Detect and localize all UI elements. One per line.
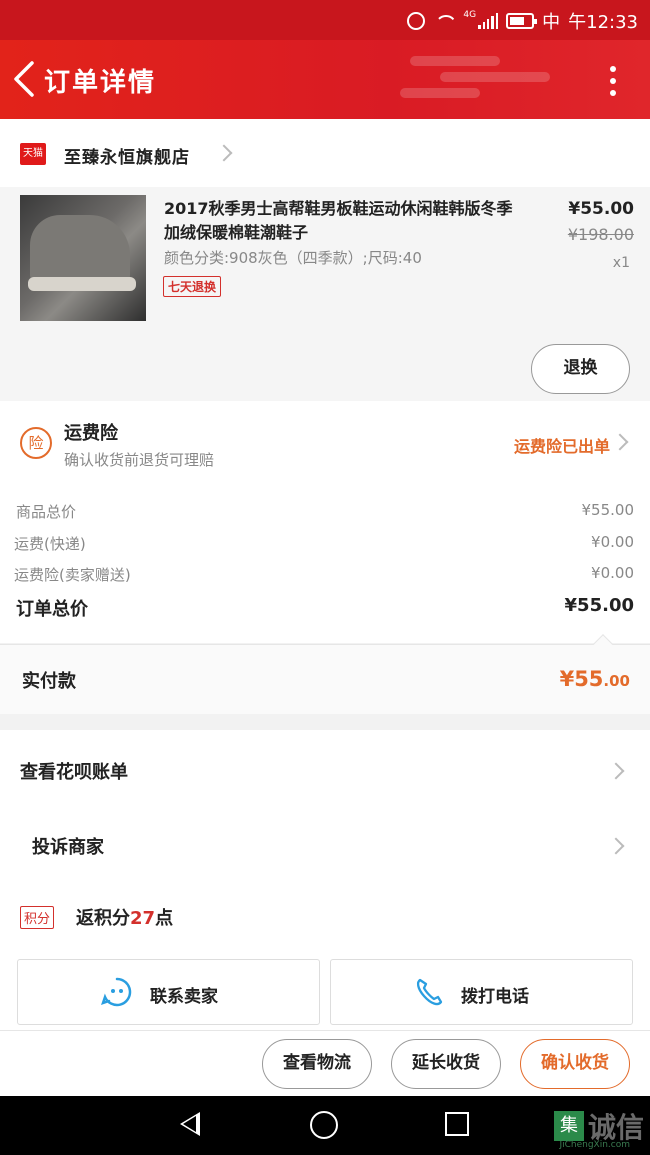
store-row[interactable]: 天猫 至臻永恒旗舰店 xyxy=(0,119,650,187)
points-number: 27 xyxy=(130,908,156,929)
summary-label: 运费险(卖家赠送) xyxy=(14,566,131,584)
contact-seller-button[interactable]: 联系卖家 xyxy=(17,959,320,1025)
product-sku: 颜色分类:908灰色（四季款）;尺码:40 xyxy=(164,249,422,267)
summary-row-shipping: 运费(快递) ¥0.00 xyxy=(14,533,634,554)
summary-row-insurance: 运费险(卖家赠送) ¥0.00 xyxy=(14,564,634,585)
refund-button[interactable]: 退换 xyxy=(531,344,630,394)
summary-row-total: 订单总价 ¥55.00 xyxy=(16,595,634,621)
signal-icon xyxy=(478,13,499,29)
header-decoration xyxy=(400,56,550,98)
chevron-right-icon xyxy=(607,762,625,780)
complain-seller-row[interactable]: 投诉商家 xyxy=(0,807,650,882)
status-bar: 4G 中 午12:33 xyxy=(0,0,650,40)
shoe-sole-shape xyxy=(28,277,136,291)
order-total-value: ¥55.00 xyxy=(564,595,634,616)
chevron-right-icon xyxy=(215,144,233,162)
summary-label: 运费(快递) xyxy=(14,535,86,553)
nav-back-icon[interactable] xyxy=(180,1112,200,1136)
clock: 午12:33 xyxy=(568,12,638,33)
call-phone-button[interactable]: 拨打电话 xyxy=(330,959,633,1025)
insurance-icon: 险 xyxy=(20,427,52,459)
product-image[interactable] xyxy=(20,195,146,321)
watermark-subtext: JiChengXin.com xyxy=(559,1140,630,1150)
chat-face-icon xyxy=(101,977,132,1007)
call-phone-label: 拨打电话 xyxy=(461,987,529,1007)
return-policy-tag: 七天退换 xyxy=(163,276,222,297)
contact-seller-label: 联系卖家 xyxy=(150,987,218,1007)
points-badge: 积分 xyxy=(20,906,55,929)
insurance-subtitle: 确认收货前退货可理赔 xyxy=(64,451,215,469)
view-logistics-button[interactable]: 查看物流 xyxy=(262,1039,372,1089)
summary-value: ¥0.00 xyxy=(591,564,634,582)
tmall-badge: 天猫 xyxy=(20,143,46,165)
product-quantity: x1 xyxy=(612,255,630,271)
carrier-label: 中 xyxy=(542,12,561,33)
app-header: 订单详情 xyxy=(0,40,650,119)
summary-row-goods: 商品总价 ¥55.00 xyxy=(16,501,634,522)
back-arrow-icon[interactable] xyxy=(10,60,38,98)
actual-payment-row: 实付款 ¥55.00 xyxy=(0,634,650,714)
points-text: 返积分27点 xyxy=(76,904,173,930)
shipping-insurance-row[interactable]: 险 运费险 确认收货前退货可理赔 运费险已出单 xyxy=(0,401,650,483)
order-total-label: 订单总价 xyxy=(16,599,88,620)
nav-home-icon[interactable] xyxy=(310,1111,338,1139)
alarm-icon xyxy=(407,12,426,30)
battery-icon xyxy=(506,13,538,29)
store-name: 至臻永恒旗舰店 xyxy=(64,148,190,168)
bottom-action-bar: 查看物流 延长收货 确认收货 xyxy=(0,1030,650,1096)
confirm-receipt-button[interactable]: 确认收货 xyxy=(520,1039,630,1089)
huabei-bill-row[interactable]: 查看花呗账单 xyxy=(0,732,650,807)
order-actions-section: 查看花呗账单 投诉商家 积分 返积分27点 联系卖家 拨打电话 xyxy=(0,730,650,1030)
product-original-price: ¥198.00 xyxy=(567,225,634,244)
actual-payment-value: ¥55.00 xyxy=(560,667,630,691)
chevron-right-icon xyxy=(611,433,629,451)
price-summary: 商品总价 ¥55.00 运费(快递) ¥0.00 运费险(卖家赠送) ¥0.00… xyxy=(0,483,650,643)
page-title: 订单详情 xyxy=(44,68,157,98)
payment-integer: ¥55 xyxy=(559,667,604,691)
watermark-logo: 集 xyxy=(553,1111,584,1141)
summary-value: ¥0.00 xyxy=(591,533,634,551)
system-nav-bar: 集 诚信 JiChengXin.com xyxy=(0,1096,650,1155)
shoe-image-shape xyxy=(30,215,130,285)
summary-label: 商品总价 xyxy=(16,503,77,521)
extend-receipt-button[interactable]: 延长收货 xyxy=(391,1039,501,1089)
points-suffix: 点 xyxy=(155,908,174,929)
insurance-title: 运费险 xyxy=(64,423,118,444)
points-prefix: 返积分 xyxy=(76,908,130,929)
product-price: ¥55.00 xyxy=(568,199,634,219)
actual-payment-label: 实付款 xyxy=(22,671,76,692)
wifi-icon xyxy=(433,13,455,29)
chevron-right-icon xyxy=(607,837,625,855)
phone-icon xyxy=(416,978,443,1006)
more-options-icon[interactable] xyxy=(610,66,616,96)
product-item: 2017秋季男士高帮鞋男板鞋运动休闲鞋韩版冬季加绒保暖棉鞋潮鞋子 颜色分类:90… xyxy=(0,187,650,401)
product-title[interactable]: 2017秋季男士高帮鞋男板鞋运动休闲鞋韩版冬季加绒保暖棉鞋潮鞋子 xyxy=(164,197,514,245)
nav-recents-icon[interactable] xyxy=(445,1112,469,1136)
huabei-bill-label: 查看花呗账单 xyxy=(20,762,128,783)
payment-decimal: .00 xyxy=(603,672,630,690)
complain-seller-label: 投诉商家 xyxy=(32,837,104,858)
summary-value: ¥55.00 xyxy=(581,501,635,519)
insurance-status: 运费险已出单 xyxy=(513,437,610,456)
network-type: 4G xyxy=(463,10,477,20)
